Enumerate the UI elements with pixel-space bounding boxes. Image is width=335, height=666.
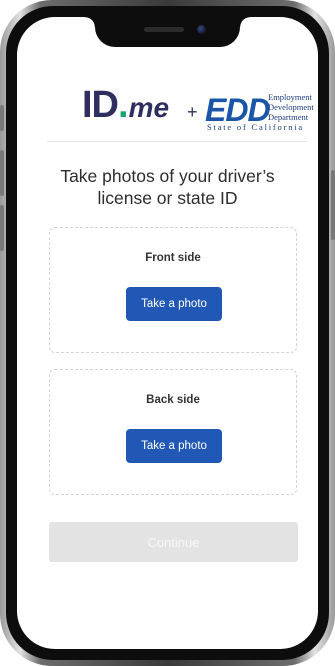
edd-logo-line: Employment — [268, 92, 312, 102]
phone-frame: ID.me + EDD Employment Development Depar… — [0, 0, 335, 666]
plus-sign: + — [187, 102, 198, 122]
front-side-upload-area: Front side Take a photo — [49, 227, 297, 353]
continue-button[interactable]: Continue — [49, 522, 298, 562]
back-side-upload-area: Back side Take a photo — [49, 369, 297, 495]
volume-up-button — [0, 150, 4, 196]
edd-logo-line: Development — [268, 102, 314, 112]
back-take-photo-button[interactable]: Take a photo — [126, 429, 222, 463]
mute-switch — [0, 105, 4, 131]
volume-down-button — [0, 205, 4, 251]
speaker-grille — [144, 27, 184, 32]
edd-logo: EDD Employment Development Department St… — [205, 88, 317, 134]
edd-logo-state: State of California — [207, 122, 304, 132]
front-take-photo-button[interactable]: Take a photo — [126, 287, 222, 321]
front-side-label: Front side — [145, 252, 201, 264]
back-side-label: Back side — [146, 394, 200, 406]
notch — [85, 17, 250, 47]
page-title: Take photos of your driver’s license or … — [60, 166, 275, 208]
header-logos: ID.me + EDD Employment Development Depar… — [47, 72, 314, 142]
idme-logo-id: ID — [82, 84, 119, 126]
power-button — [331, 170, 335, 240]
idme-logo-dot: . — [118, 84, 129, 126]
idme-logo-me: me — [128, 92, 170, 123]
front-camera-icon — [197, 25, 206, 34]
edd-logo-text: Employment Development Department — [268, 92, 314, 122]
phone-screen: ID.me + EDD Employment Development Depar… — [17, 17, 318, 649]
edd-logo-line: Department — [268, 112, 309, 122]
idme-logo: ID.me — [82, 84, 169, 127]
